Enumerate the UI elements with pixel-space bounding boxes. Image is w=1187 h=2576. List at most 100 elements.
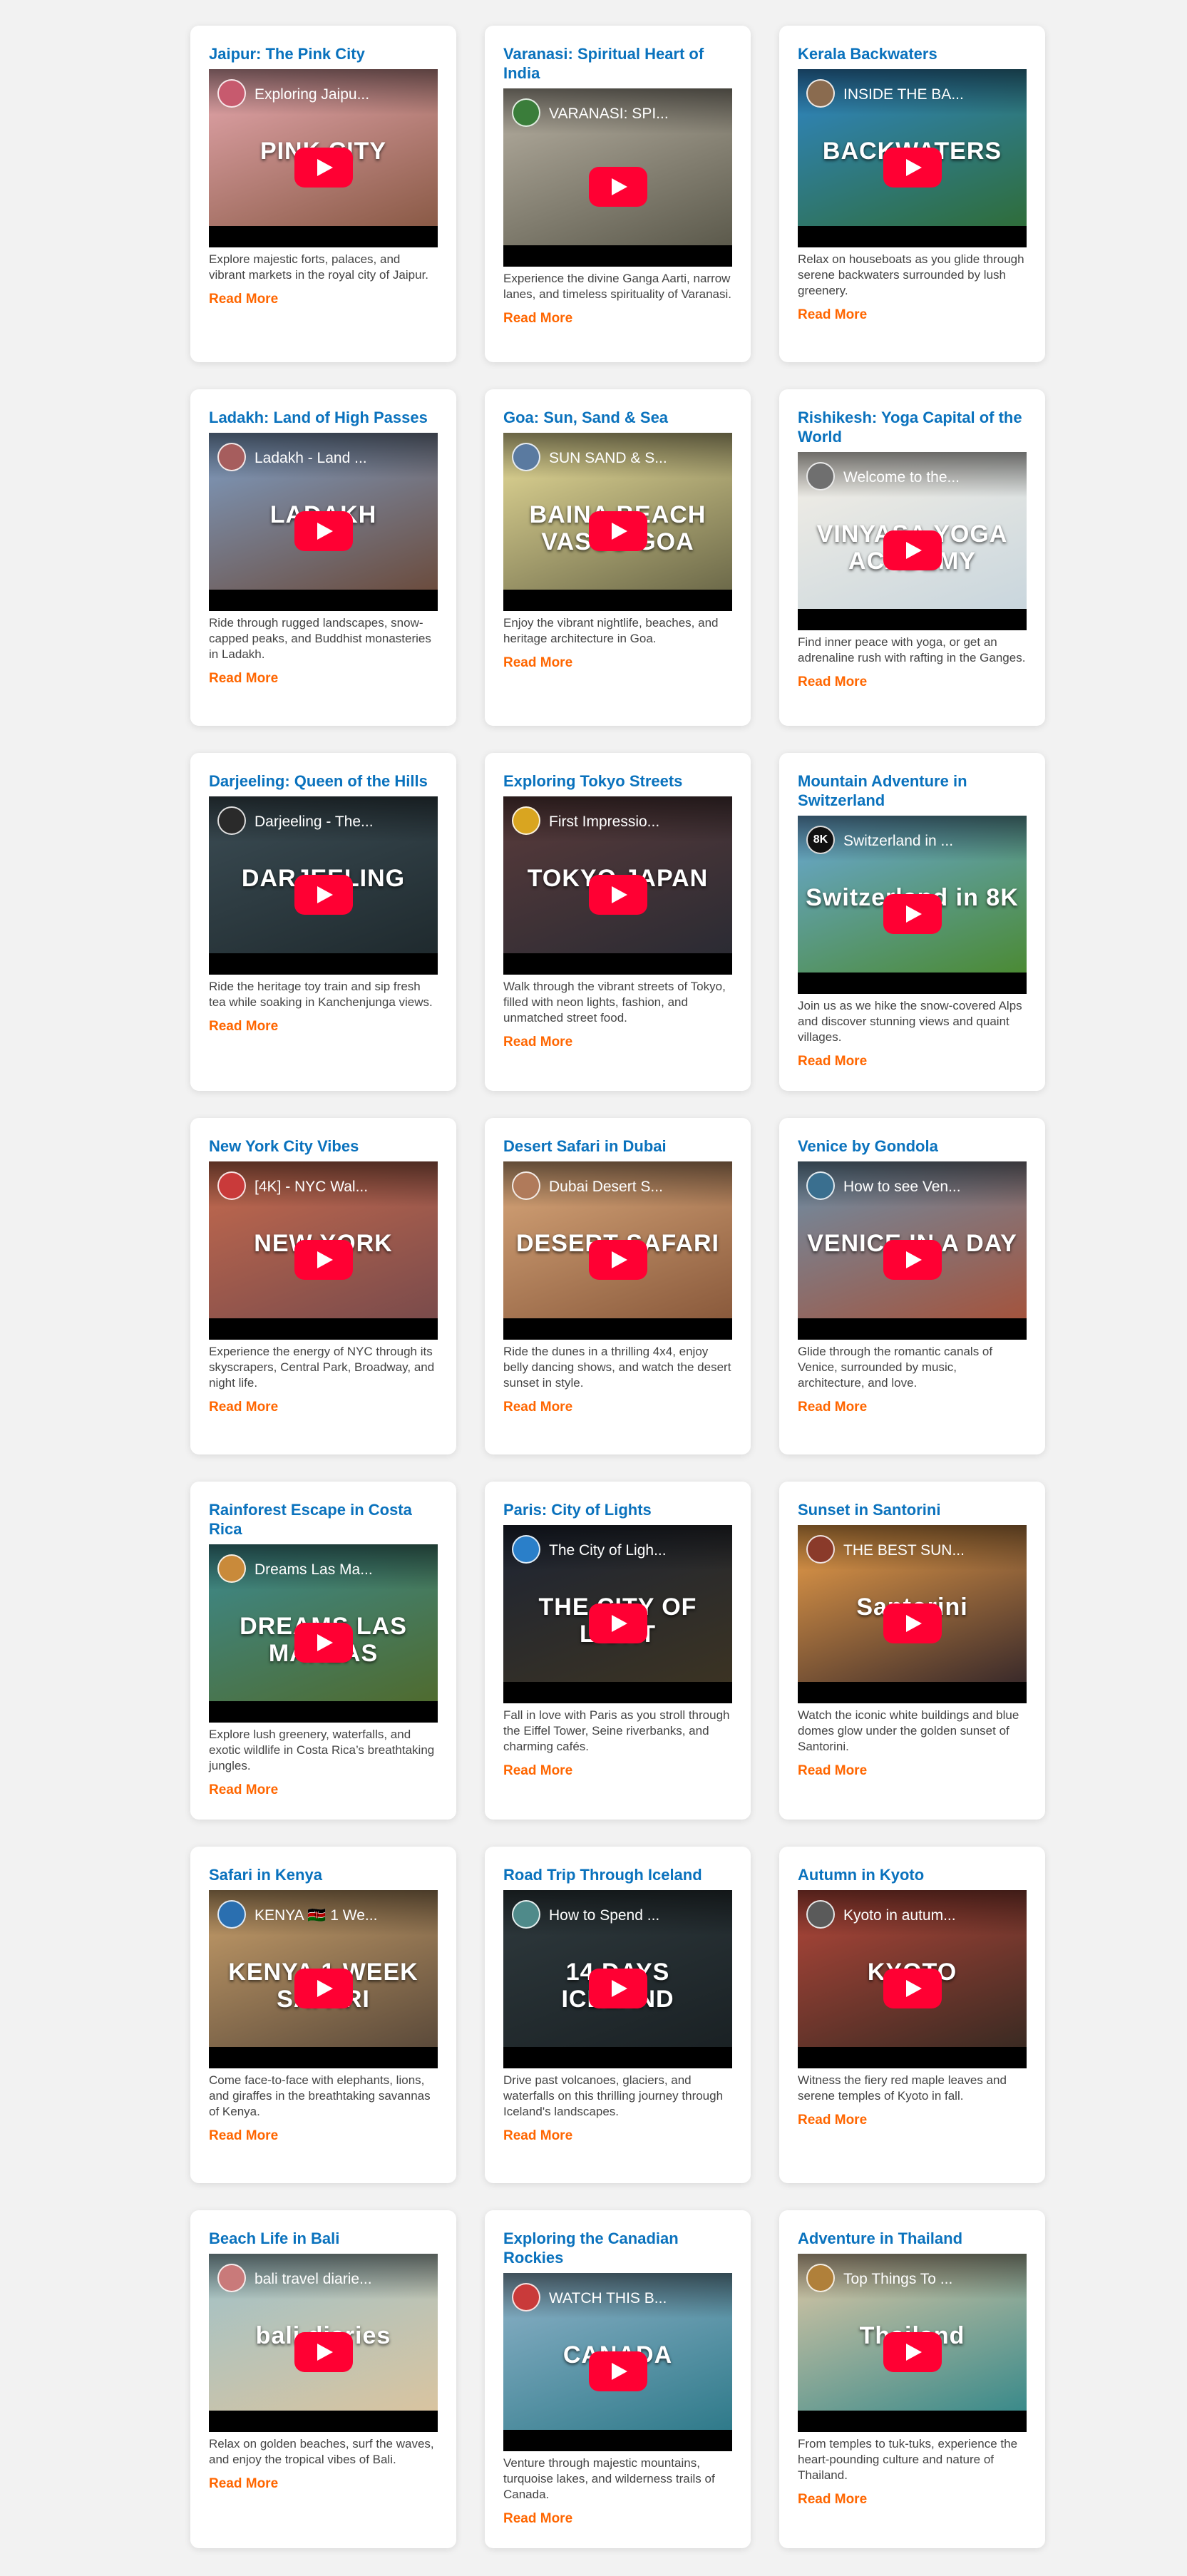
video-title[interactable]: KENYA 🇰🇪 1 We...	[255, 1907, 429, 1924]
play-button-icon[interactable]	[294, 1240, 353, 1280]
read-more-link[interactable]: Read More	[503, 2128, 572, 2144]
channel-avatar-icon[interactable]	[217, 79, 246, 108]
channel-avatar-icon[interactable]	[806, 1900, 835, 1929]
channel-avatar-icon[interactable]	[512, 2283, 540, 2311]
channel-avatar-icon[interactable]	[806, 1171, 835, 1200]
channel-avatar-icon[interactable]	[806, 79, 835, 108]
channel-avatar-icon[interactable]	[512, 806, 540, 835]
channel-avatar-icon[interactable]	[512, 443, 540, 471]
video-title[interactable]: THE BEST SUN...	[843, 1542, 1018, 1559]
play-button-icon[interactable]	[883, 2332, 942, 2372]
video-embed[interactable]: VARANASI: SPI...	[503, 88, 732, 267]
video-title[interactable]: How to see Ven...	[843, 1179, 1018, 1196]
channel-avatar-icon[interactable]	[806, 462, 835, 491]
video-title[interactable]: Top Things To ...	[843, 2271, 1018, 2288]
video-title[interactable]: VARANASI: SPI...	[549, 106, 724, 123]
read-more-link[interactable]: Read More	[798, 2492, 867, 2508]
channel-avatar-icon[interactable]	[217, 2264, 246, 2292]
video-title[interactable]: Dreams Las Ma...	[255, 1561, 429, 1579]
video-embed[interactable]: Exploring Jaipu... PINK CITY	[209, 69, 438, 247]
read-more-link[interactable]: Read More	[503, 1035, 572, 1050]
play-button-icon[interactable]	[294, 148, 353, 188]
read-more-link[interactable]: Read More	[798, 2113, 867, 2128]
channel-avatar-icon[interactable]	[806, 1535, 835, 1564]
video-title[interactable]: bali travel diarie...	[255, 2271, 429, 2288]
read-more-link[interactable]: Read More	[503, 1763, 572, 1779]
read-more-link[interactable]: Read More	[209, 671, 278, 687]
play-button-icon[interactable]	[588, 1603, 647, 1643]
play-button-icon[interactable]	[294, 511, 353, 551]
read-more-link[interactable]: Read More	[798, 1054, 867, 1069]
video-embed[interactable]: bali travel diarie... bali diaries	[209, 2254, 438, 2432]
video-title[interactable]: [4K] - NYC Wal...	[255, 1179, 429, 1196]
video-embed[interactable]: Darjeeling - The... DARJEELING	[209, 796, 438, 975]
play-button-icon[interactable]	[588, 875, 647, 915]
video-embed[interactable]: Welcome to the... VINYASA YOGA ACADEMY	[798, 452, 1027, 630]
channel-avatar-icon[interactable]	[217, 443, 246, 471]
video-embed[interactable]: SUN SAND & S... BAINA BEACH VASCO GOA	[503, 433, 732, 611]
read-more-link[interactable]: Read More	[798, 1763, 867, 1779]
video-embed[interactable]: How to Spend ... 14 DAYS ICELAND	[503, 1890, 732, 2068]
play-button-icon[interactable]	[294, 1969, 353, 2008]
play-button-icon[interactable]	[588, 1969, 647, 2008]
video-embed[interactable]: Top Things To ... Thailand	[798, 2254, 1027, 2432]
read-more-link[interactable]: Read More	[798, 307, 867, 323]
video-title[interactable]: Welcome to the...	[843, 469, 1018, 486]
video-title[interactable]: INSIDE THE BA...	[843, 86, 1018, 103]
video-embed[interactable]: 8K Switzerland in ... Switzerland in 8K	[798, 816, 1027, 994]
video-embed[interactable]: INSIDE THE BA... BACKWATERS	[798, 69, 1027, 247]
play-button-icon[interactable]	[294, 2332, 353, 2372]
video-title[interactable]: Darjeeling - The...	[255, 814, 429, 831]
video-embed[interactable]: The City of Ligh... THE CITY OF LIGHT	[503, 1525, 732, 1703]
video-embed[interactable]: THE BEST SUN... Santorini	[798, 1525, 1027, 1703]
play-button-icon[interactable]	[883, 1603, 942, 1643]
play-button-icon[interactable]	[294, 875, 353, 915]
video-title[interactable]: Kyoto in autum...	[843, 1907, 1018, 1924]
video-title[interactable]: Exploring Jaipu...	[255, 86, 429, 103]
channel-avatar-icon[interactable]	[512, 1171, 540, 1200]
read-more-link[interactable]: Read More	[503, 1400, 572, 1415]
channel-avatar-icon[interactable]	[217, 1171, 246, 1200]
play-button-icon[interactable]	[588, 511, 647, 551]
play-button-icon[interactable]	[883, 1240, 942, 1280]
channel-avatar-icon[interactable]	[512, 1535, 540, 1564]
read-more-link[interactable]: Read More	[798, 1400, 867, 1415]
read-more-link[interactable]: Read More	[209, 292, 278, 307]
read-more-link[interactable]: Read More	[503, 311, 572, 327]
channel-avatar-icon[interactable]: 8K	[806, 826, 835, 854]
play-button-icon[interactable]	[883, 894, 942, 934]
read-more-link[interactable]: Read More	[798, 674, 867, 690]
video-embed[interactable]: WATCH THIS B... CANADA	[503, 2273, 732, 2451]
read-more-link[interactable]: Read More	[209, 2128, 278, 2144]
video-embed[interactable]: [4K] - NYC Wal... NEW YORK	[209, 1161, 438, 1340]
play-button-icon[interactable]	[588, 167, 647, 207]
video-embed[interactable]: Dubai Desert S... DESERT SAFARI	[503, 1161, 732, 1340]
video-embed[interactable]: Ladakh - Land ... LADAKH	[209, 433, 438, 611]
video-embed[interactable]: How to see Ven... VENICE IN A DAY	[798, 1161, 1027, 1340]
video-title[interactable]: Dubai Desert S...	[549, 1179, 724, 1196]
channel-avatar-icon[interactable]	[217, 1900, 246, 1929]
play-button-icon[interactable]	[883, 530, 942, 570]
video-title[interactable]: First Impressio...	[549, 814, 724, 831]
read-more-link[interactable]: Read More	[503, 655, 572, 671]
play-button-icon[interactable]	[294, 1623, 353, 1663]
play-button-icon[interactable]	[883, 1969, 942, 2008]
video-title[interactable]: The City of Ligh...	[549, 1542, 724, 1559]
video-embed[interactable]: KENYA 🇰🇪 1 We... KENYA 1 WEEK SAFARI	[209, 1890, 438, 2068]
channel-avatar-icon[interactable]	[217, 806, 246, 835]
channel-avatar-icon[interactable]	[806, 2264, 835, 2292]
play-button-icon[interactable]	[883, 148, 942, 188]
video-title[interactable]: How to Spend ...	[549, 1907, 724, 1924]
read-more-link[interactable]: Read More	[503, 2511, 572, 2527]
read-more-link[interactable]: Read More	[209, 1019, 278, 1035]
video-title[interactable]: Switzerland in ...	[843, 833, 1018, 850]
channel-avatar-icon[interactable]	[217, 1554, 246, 1583]
video-embed[interactable]: Kyoto in autum... KYOTO	[798, 1890, 1027, 2068]
video-title[interactable]: Ladakh - Land ...	[255, 450, 429, 467]
video-title[interactable]: WATCH THIS B...	[549, 2290, 724, 2307]
video-title[interactable]: SUN SAND & S...	[549, 450, 724, 467]
video-embed[interactable]: Dreams Las Ma... DREAMS LAS MAREAS	[209, 1544, 438, 1723]
play-button-icon[interactable]	[588, 2351, 647, 2391]
read-more-link[interactable]: Read More	[209, 1782, 278, 1798]
read-more-link[interactable]: Read More	[209, 2476, 278, 2492]
